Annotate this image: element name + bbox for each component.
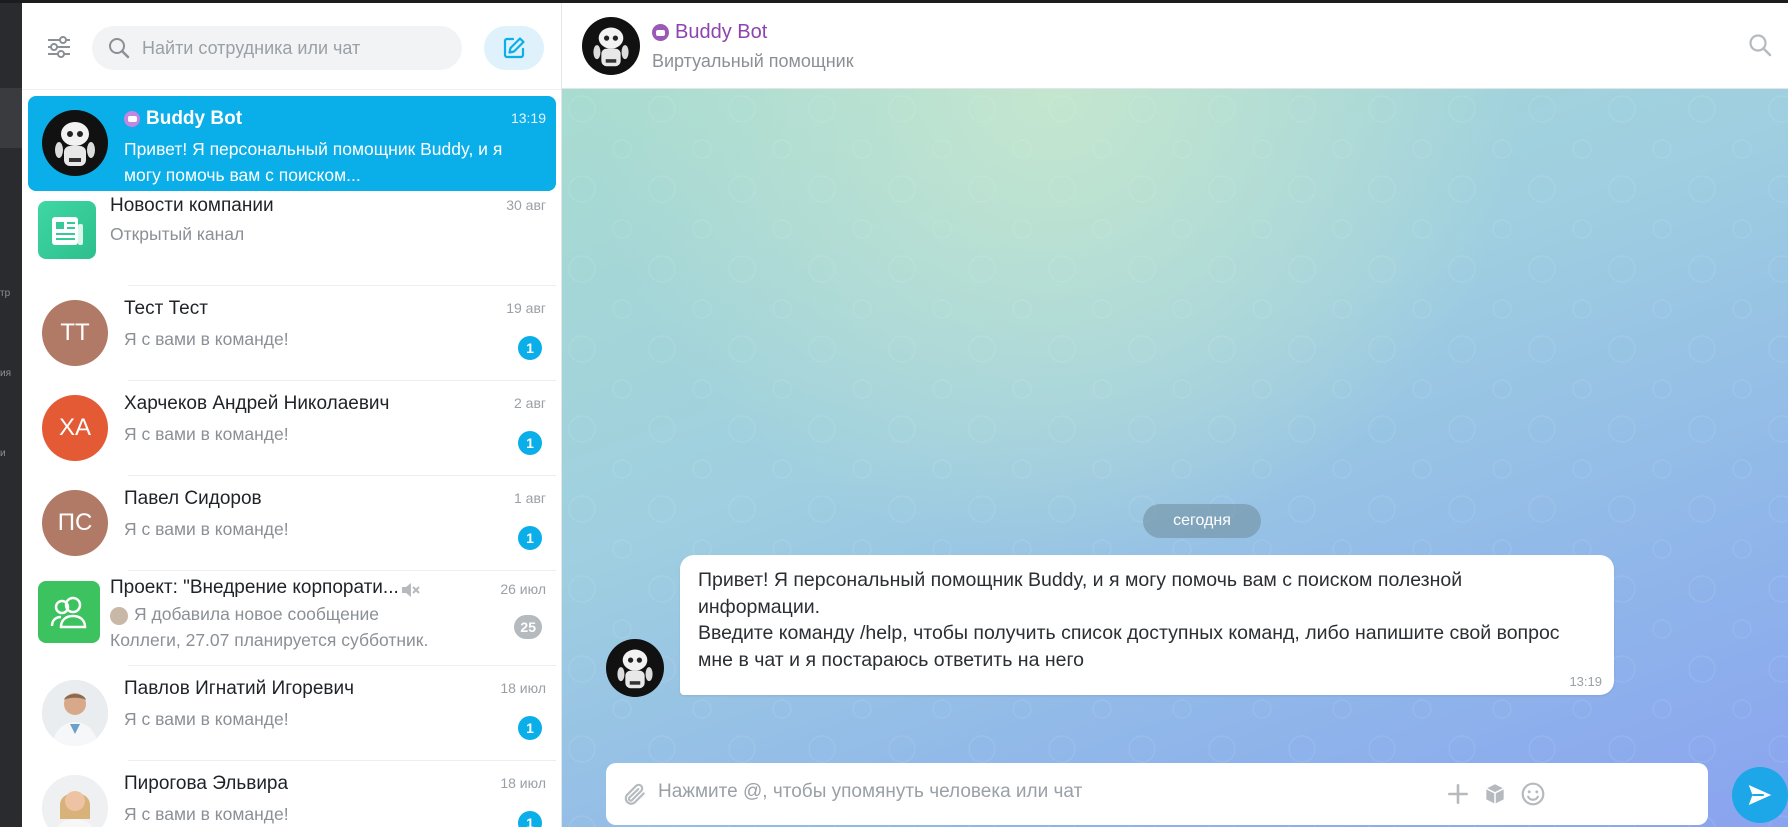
chat-name: Тест Тест	[124, 298, 208, 319]
chat-date: 26 июл	[500, 581, 546, 597]
window-top-edge	[0, 0, 1788, 3]
avatar: ТТ	[42, 300, 108, 366]
chat-date: 2 авг	[513, 395, 546, 411]
message-line: мне в чат и я постараюсь ответить на нег…	[698, 648, 1084, 671]
new-chat-button[interactable]	[484, 26, 544, 70]
chat-name: Харчеков Андрей Николаевич	[124, 393, 390, 414]
unread-badge: 1	[518, 431, 542, 455]
chat-date: 18 июл	[500, 775, 546, 791]
chat-date: 13:19	[510, 110, 546, 126]
date-separator: сегодня	[1143, 504, 1261, 538]
send-icon	[1748, 785, 1772, 805]
chat-preview: Привет! Я персональный помощник Buddy, и…	[124, 139, 503, 185]
avatar	[38, 201, 96, 259]
chat-date: 18 июл	[500, 680, 546, 696]
chat-title-text: Buddy Bot	[675, 21, 768, 43]
avatar: ПС	[42, 490, 108, 556]
search-input[interactable]	[142, 37, 442, 59]
chat-list-header	[22, 3, 561, 90]
unread-badge: 25	[514, 615, 542, 639]
chat-item-kharchekov[interactable]: ХА Харчеков Андрей Николаевич 2 авг Я с …	[28, 381, 556, 476]
bot-icon	[652, 24, 669, 41]
chat-date: 19 авг	[506, 300, 546, 316]
chat-name-text: Buddy Bot	[146, 108, 243, 129]
chat-preview: Я с вами в команде!	[124, 329, 289, 349]
chat-item-buddy-bot[interactable]: Buddy Bot 13:19 Привет! Я персональный п…	[28, 96, 556, 191]
chat-messages-area[interactable]: сегодня Привет! Я персональный помощник …	[562, 89, 1788, 827]
avatar	[42, 110, 108, 176]
news-icon	[52, 217, 83, 245]
emoji-icon[interactable]	[1520, 781, 1546, 807]
unread-badge: 1	[518, 716, 542, 740]
unread-badge: 1	[518, 526, 542, 550]
send-button[interactable]	[1732, 767, 1788, 823]
unread-badge: 1	[518, 336, 542, 360]
message-line: Введите команду /help, чтобы получить сп…	[698, 622, 1560, 644]
person-photo-icon	[42, 680, 108, 746]
robot-avatar-icon	[55, 122, 95, 166]
chat-name: Павел Сидоров	[124, 488, 262, 509]
chat-preview: Открытый канал	[110, 224, 245, 244]
message-sender-avatar[interactable]	[606, 639, 664, 697]
avatar	[42, 680, 108, 746]
unread-badge: 1	[518, 811, 542, 827]
message-line: информации.	[698, 595, 821, 618]
chat-item-pavel-sidorov[interactable]: ПС Павел Сидоров 1 авг Я с вами в команд…	[28, 476, 556, 571]
chat-date: 1 авг	[513, 490, 546, 506]
chat-title[interactable]: Buddy Bot	[652, 21, 767, 44]
box-icon[interactable]	[1482, 781, 1508, 807]
rail-active-item[interactable]	[0, 88, 22, 148]
chat-name: Buddy Bot	[124, 108, 242, 130]
chat-name: Новости компании	[110, 195, 274, 216]
rail-label-2[interactable]: ия	[0, 368, 22, 379]
message-composer	[606, 763, 1708, 825]
chat-preview: Я с вами в команде!	[124, 424, 289, 444]
filter-button[interactable]	[42, 30, 76, 64]
search-box	[92, 26, 462, 70]
message-time: 13:19	[1569, 674, 1602, 689]
robot-avatar-icon	[593, 27, 629, 67]
chat-name: Проект: "Внедрение корпорати...	[110, 577, 399, 598]
chat-item-test-test[interactable]: ТТ Тест Тест 19 авг Я с вами в команде! …	[28, 286, 556, 381]
chat-preview: Я с вами в команде!	[124, 804, 289, 824]
app-rail: тр ия и	[0, 0, 22, 827]
chat-date: 30 авг	[506, 197, 546, 213]
avatar: ХА	[42, 395, 108, 461]
chat-item-project-group[interactable]: Проект: "Внедрение корпорати... 26 июл Я…	[28, 571, 556, 666]
chat-header-avatar[interactable]	[582, 17, 640, 75]
chat-search-button[interactable]	[1748, 33, 1776, 61]
chat-preview: Я с вами в команде!	[124, 709, 289, 729]
message-bubble[interactable]: Привет! Я персональный помощник Buddy, и…	[680, 555, 1614, 695]
person-photo-icon	[42, 775, 108, 827]
rail-label-3[interactable]: и	[0, 448, 22, 459]
rail-label-1[interactable]: тр	[0, 288, 22, 299]
avatar	[42, 775, 108, 827]
bot-icon	[124, 111, 140, 127]
paperclip-icon[interactable]	[622, 781, 648, 807]
message-input[interactable]	[658, 781, 1538, 803]
group-icon	[50, 596, 87, 629]
search-icon	[109, 38, 130, 59]
chat-list: Buddy Bot 13:19 Привет! Я персональный п…	[22, 96, 561, 827]
compose-icon	[503, 37, 525, 59]
muted-icon	[402, 583, 420, 597]
plus-icon[interactable]	[1445, 781, 1471, 807]
chat-item-pirogova[interactable]: Пирогова Эльвира 18 июл Я с вами в коман…	[28, 761, 556, 827]
search-icon	[1749, 34, 1772, 57]
chat-subtitle: Виртуальный помощник	[652, 51, 854, 71]
message-line: Привет! Я персональный помощник Buddy, и…	[698, 569, 1463, 591]
chat-list-panel: Buddy Bot 13:19 Привет! Я персональный п…	[22, 3, 562, 827]
background-pattern	[562, 89, 1788, 827]
chat-header: Buddy Bot Виртуальный помощник	[562, 3, 1788, 89]
avatar	[38, 581, 100, 643]
chat-preview: Я добавила новое сообщение Коллеги, 27.0…	[110, 604, 429, 650]
chat-item-company-news[interactable]: Новости компании 30 авг Открытый канал	[28, 191, 556, 286]
chat-name: Пирогова Эльвира	[124, 773, 289, 794]
sliders-icon	[48, 36, 70, 58]
robot-avatar-icon	[617, 649, 653, 689]
chat-item-pavlov[interactable]: Павлов Игнатий Игоревич 18 июл Я с вами …	[28, 666, 556, 761]
chat-preview: Я с вами в команде!	[124, 519, 289, 539]
chat-name: Павлов Игнатий Игоревич	[124, 678, 355, 699]
